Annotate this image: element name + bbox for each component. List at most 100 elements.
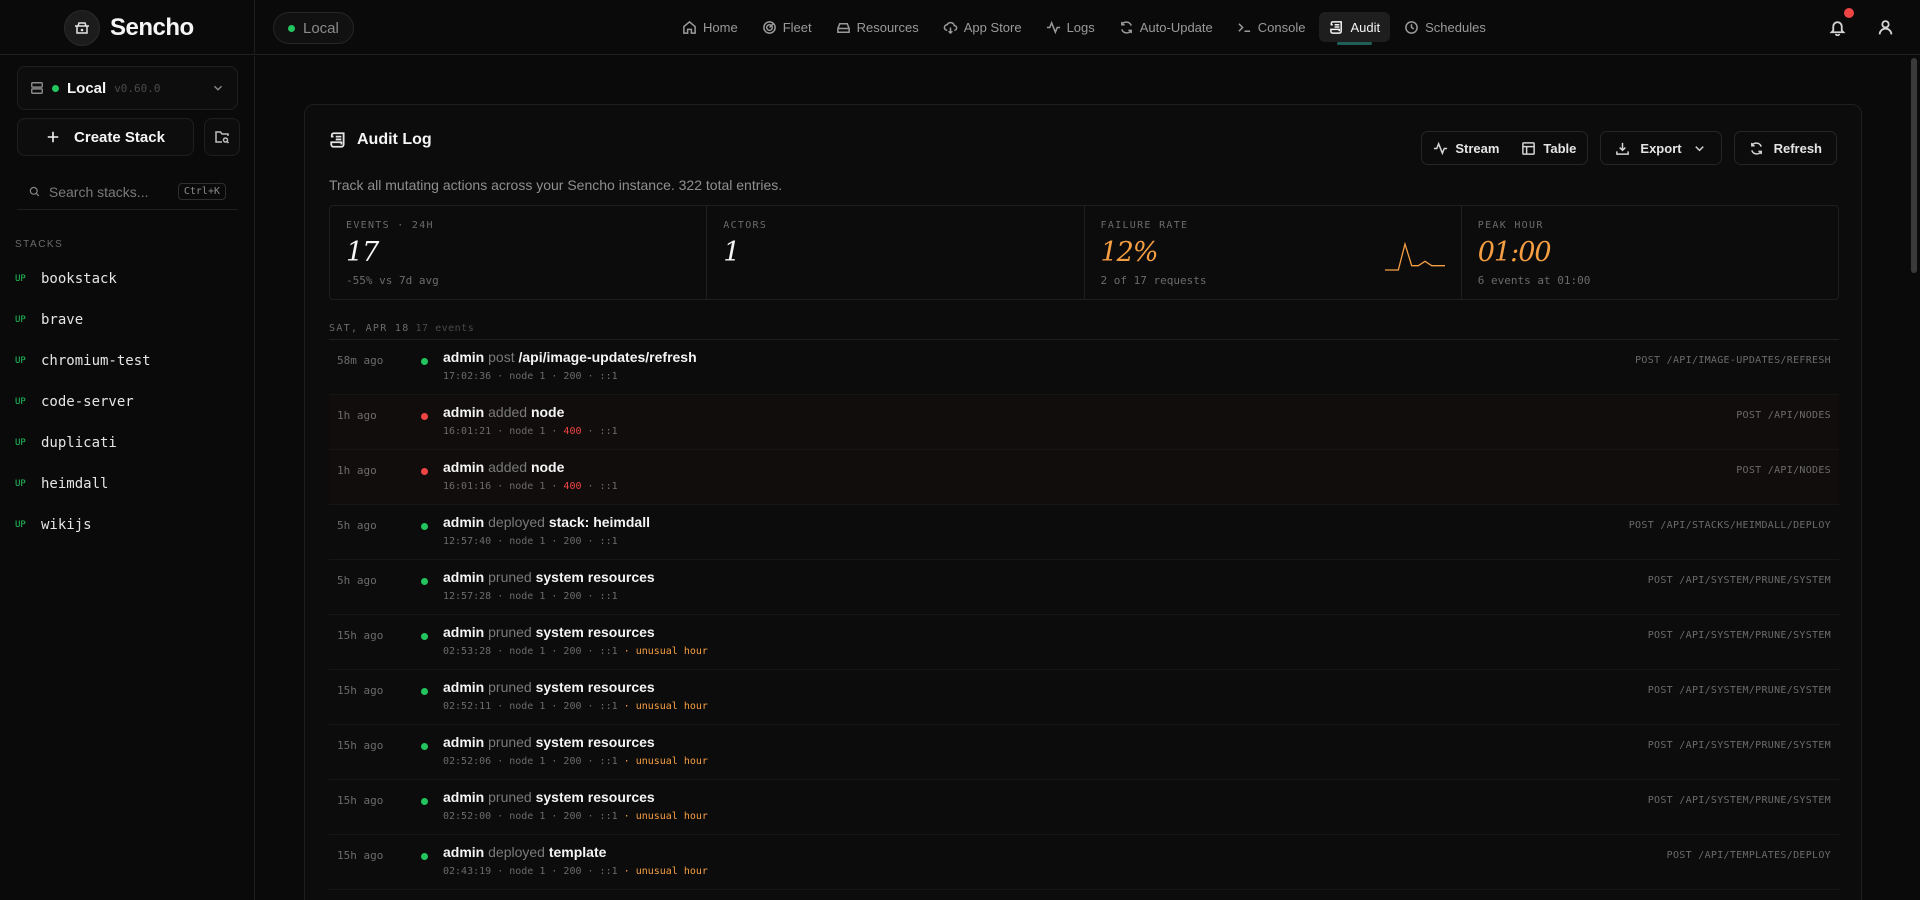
user-menu-button[interactable]: [1872, 14, 1898, 40]
nav-home[interactable]: Home: [672, 12, 748, 42]
refresh-icon: [1750, 141, 1762, 155]
event-meta: 02:53:28 · node 1 · 200 · ::1 · unusual …: [443, 646, 708, 657]
event-timestamp: 02:43:19: [443, 866, 492, 877]
event-target: system resources: [535, 624, 655, 640]
event-status-code: 400: [563, 426, 582, 437]
stack-item[interactable]: UP heimdall: [0, 463, 254, 504]
nav-label: Console: [1257, 19, 1306, 35]
stack-status: UP: [15, 437, 26, 448]
stat-failure-rate: FAILURE RATE 12% 2 of 17 requests: [1085, 206, 1462, 299]
event-row[interactable]: 15h ago admin pruned system resources 02:5…: [329, 780, 1839, 835]
status-dot: [288, 24, 295, 32]
event-status-dot: [421, 633, 428, 640]
create-stack-button[interactable]: Create Stack: [17, 118, 194, 156]
stack-status: UP: [15, 396, 26, 407]
event-route: POST /API/STACKS/HEIMDALL/DEPLOY: [1628, 520, 1831, 531]
node-pill-label: Local: [303, 19, 339, 37]
event-list: 58m ago admin post /api/image-updates/ref…: [329, 340, 1839, 890]
stack-item[interactable]: UP duplicati: [0, 422, 254, 463]
nav-logs[interactable]: Logs: [1036, 12, 1105, 42]
audit-actions: Stream Table Export Refresh: [1421, 131, 1837, 165]
event-status-dot: [421, 743, 428, 750]
scrollbar[interactable]: [1908, 56, 1920, 900]
unusual-label: unusual hour: [635, 811, 708, 822]
event-row[interactable]: 15h ago admin pruned system resources 02:5…: [329, 725, 1839, 780]
event-row[interactable]: 15h ago admin deployed template 02:43:19 ·…: [329, 835, 1839, 890]
download-icon: [1616, 142, 1630, 155]
event-timestamp: 02:52:00: [443, 811, 492, 822]
event-row[interactable]: 1h ago admin added node 16:01:16 · node 1 …: [329, 450, 1839, 505]
folder-search-button[interactable]: [204, 118, 240, 156]
scroll-icon: [330, 132, 345, 148]
stack-status: UP: [15, 273, 26, 284]
event-target: node: [530, 404, 565, 420]
nav-audit[interactable]: Audit: [1319, 12, 1391, 45]
stack-item[interactable]: UP chromium-test: [0, 340, 254, 381]
event-node: node 1: [509, 701, 546, 712]
node-selector[interactable]: Local v0.60.0: [17, 66, 238, 110]
event-row[interactable]: 15h ago admin pruned system resources 02:5…: [329, 615, 1839, 670]
event-target: stack: heimdall: [548, 514, 650, 530]
scrollbar-thumb[interactable]: [1911, 58, 1917, 273]
stack-name: heimdall: [41, 475, 109, 492]
unusual-label: unusual hour: [635, 866, 708, 877]
stream-label: Stream: [1455, 140, 1500, 156]
event-ip: ::1: [599, 371, 618, 382]
event-node: node 1: [509, 536, 546, 547]
event-row[interactable]: 5h ago admin deployed stack: heimdall 12:5…: [329, 505, 1839, 560]
stack-name: bookstack: [41, 270, 117, 287]
stack-item[interactable]: UP wikijs: [0, 504, 254, 545]
table-view-button[interactable]: Table: [1510, 132, 1587, 164]
nav-fleet[interactable]: Fleet: [752, 12, 822, 42]
stream-view-button[interactable]: Stream: [1422, 132, 1510, 164]
event-verb: deployed: [488, 844, 545, 860]
stack-search: Ctrl+K: [17, 174, 238, 210]
nav-auto-update[interactable]: Auto-Update: [1109, 12, 1223, 42]
refresh-label: Refresh: [1773, 140, 1822, 156]
event-status-code: 200: [563, 536, 582, 547]
node-indicator[interactable]: Local: [273, 12, 354, 44]
nav-schedules[interactable]: Schedules: [1394, 12, 1496, 42]
notifications-button[interactable]: [1824, 8, 1854, 40]
unusual-hour-flag: · unusual hour: [623, 701, 708, 712]
event-route: POST /API/SYSTEM/PRUNE/SYSTEM: [1647, 685, 1831, 696]
event-node: node 1: [509, 481, 546, 492]
event-target: node: [530, 459, 565, 475]
event-ago: 5h ago: [337, 574, 377, 587]
export-button[interactable]: Export: [1600, 131, 1722, 165]
nav-label: Logs: [1066, 19, 1095, 35]
event-actor: admin: [443, 789, 485, 805]
stat-value: 1: [723, 237, 740, 268]
nav-resources[interactable]: Resources: [826, 12, 929, 42]
search-input[interactable]: [48, 183, 169, 200]
nav-console[interactable]: Console: [1227, 12, 1316, 42]
top-right-actions: [1824, 8, 1898, 40]
stack-item[interactable]: UP code-server: [0, 381, 254, 422]
stack-item[interactable]: UP brave: [0, 299, 254, 340]
event-meta: 12:57:40 · node 1 · 200 · ::1: [443, 536, 618, 547]
view-toggle: Stream Table: [1421, 131, 1589, 165]
event-actor: admin: [443, 734, 485, 750]
stack-name: chromium-test: [41, 352, 151, 369]
unusual-hour-flag: · unusual hour: [623, 866, 708, 877]
event-summary: admin post /api/image-updates/refresh: [443, 349, 697, 365]
event-row[interactable]: 5h ago admin pruned system resources 12:57…: [329, 560, 1839, 615]
event-row[interactable]: 15h ago admin pruned system resources 02:5…: [329, 670, 1839, 725]
event-ip: ::1: [599, 646, 618, 657]
stack-item[interactable]: UP bookstack: [0, 258, 254, 299]
stat-sub: 6 events at 01:00: [1477, 274, 1591, 287]
notification-badge: [1844, 8, 1854, 18]
chevron-down-icon: [1694, 145, 1704, 151]
page-title: Audit Log: [357, 131, 432, 148]
event-status-dot: [421, 358, 428, 365]
event-ip: ::1: [599, 536, 618, 547]
brand[interactable]: Sencho: [64, 10, 194, 46]
table-icon: [1522, 141, 1536, 155]
event-summary: admin pruned system resources: [443, 679, 655, 695]
refresh-button[interactable]: Refresh: [1733, 131, 1837, 165]
event-route: POST /API/NODES: [1736, 410, 1831, 421]
event-row[interactable]: 58m ago admin post /api/image-updates/ref…: [329, 340, 1839, 395]
nav-app-store[interactable]: App Store: [933, 12, 1032, 42]
event-row[interactable]: 1h ago admin added node 16:01:21 · node 1 …: [329, 395, 1839, 450]
plus-icon: [47, 131, 59, 143]
